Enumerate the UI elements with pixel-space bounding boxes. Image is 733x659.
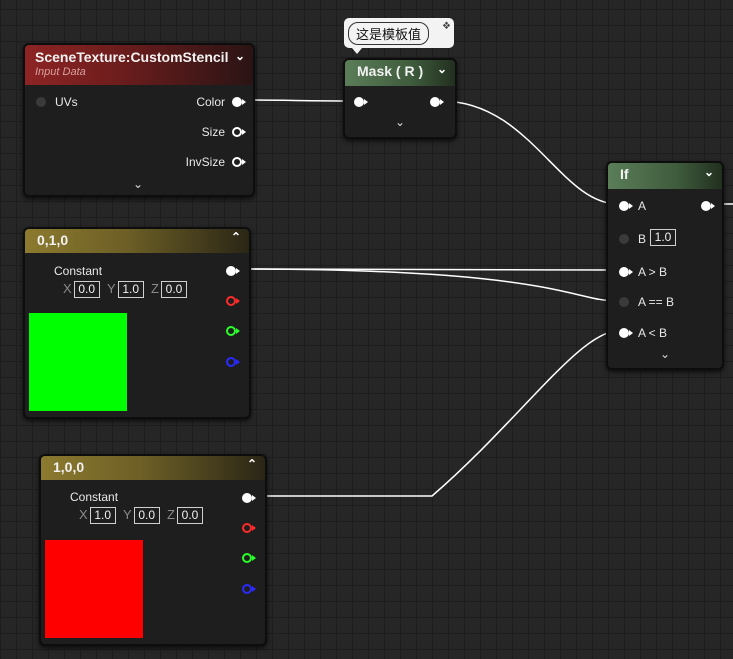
constant-red-b-pin[interactable] — [242, 584, 252, 594]
x-value-input[interactable]: 1.0 — [89, 507, 116, 524]
z-label: Z — [167, 507, 175, 522]
y-value-input[interactable]: 0.0 — [133, 507, 160, 524]
pin-arrow-icon — [242, 99, 246, 105]
pin-arrow-icon — [629, 330, 633, 336]
constant-red-node[interactable]: 1,0,0 ⌃ Constant X 1.0 Y 0.0 Z 0.0 — [39, 454, 267, 646]
if-title: If — [620, 166, 629, 182]
chevron-down-icon[interactable]: ⌄ — [133, 177, 143, 191]
chevron-down-icon[interactable]: ⌄ — [235, 49, 245, 63]
color-output-pin[interactable] — [232, 97, 242, 107]
comment-bubble[interactable]: 这是模板值 ❖ — [344, 18, 454, 54]
pin-arrow-icon — [711, 203, 715, 209]
pin-arrow-icon — [236, 268, 240, 274]
pin-arrow-icon — [242, 159, 246, 165]
constant-green-b-pin[interactable] — [226, 357, 236, 367]
wire-red-to-altb — [252, 330, 619, 497]
constant-green-output-pin[interactable] — [226, 266, 236, 276]
chevron-down-icon[interactable]: ⌄ — [660, 347, 670, 361]
size-output-label: Size — [201, 125, 225, 139]
scene-texture-subtitle: Input Data — [35, 66, 86, 78]
chevron-down-icon[interactable]: ⌄ — [395, 115, 405, 129]
constant-green-node[interactable]: 0,1,0 ⌃ Constant X 0.0 Y 1.0 Z 0.0 — [23, 227, 251, 419]
x-label: X — [63, 281, 72, 296]
pin-arrow-icon — [252, 525, 256, 531]
constant-red-header[interactable]: 1,0,0 ⌃ — [41, 456, 265, 480]
if-node[interactable]: If ⌄ A B 1.0 A > B A == B A < B ⌄ — [606, 161, 724, 370]
constant-red-g-pin[interactable] — [242, 553, 252, 563]
wire-color-to-mask — [239, 99, 356, 102]
comment-text: 这是模板值 — [348, 22, 430, 45]
constant-green-g-pin[interactable] — [226, 326, 236, 336]
constant-green-title: 0,1,0 — [37, 232, 69, 248]
uvs-label: UVs — [55, 95, 78, 109]
if-output-pin[interactable] — [701, 201, 711, 211]
invsize-output-label: InvSize — [185, 155, 225, 169]
constant-green-header[interactable]: 0,1,0 ⌃ — [25, 229, 249, 253]
if-pin-b[interactable] — [619, 234, 629, 244]
y-label: Y — [107, 281, 116, 296]
pin-arrow-icon — [242, 129, 246, 135]
x-value-input[interactable]: 0.0 — [73, 281, 100, 298]
pin-arrow-icon — [252, 495, 256, 501]
color-output-label: Color — [196, 95, 225, 109]
wire-mask-to-if-a — [440, 100, 619, 205]
pin-arrow-icon — [236, 328, 240, 334]
pin-arrow-icon — [252, 555, 256, 561]
wire-green-to-aeqb — [235, 268, 619, 302]
if-header[interactable]: If ⌄ — [608, 163, 722, 189]
constant-red-title: 1,0,0 — [53, 459, 85, 475]
z-value-input[interactable]: 0.0 — [176, 507, 203, 524]
scene-texture-title: SceneTexture:CustomStencil — [35, 49, 229, 65]
constant-red-output-pin[interactable] — [242, 493, 252, 503]
chevron-up-icon[interactable]: ⌃ — [231, 230, 241, 244]
size-output-pin[interactable] — [232, 127, 242, 137]
pin-arrow-icon — [364, 99, 368, 105]
color-swatch-red — [45, 540, 143, 638]
z-value-input[interactable]: 0.0 — [160, 281, 187, 298]
mask-header[interactable]: Mask ( R ) ⌄ — [345, 60, 455, 86]
if-label-aeqb: A == B — [638, 295, 675, 309]
if-label-altb: A < B — [638, 326, 668, 340]
constant-red-xyz: X 1.0 Y 0.0 Z 0.0 — [75, 507, 203, 524]
color-swatch-green — [29, 313, 127, 411]
chevron-down-icon[interactable]: ⌄ — [704, 165, 714, 179]
if-pin-aeqb[interactable] — [619, 297, 629, 307]
if-pin-a[interactable] — [619, 201, 629, 211]
mask-input-pin[interactable] — [354, 97, 364, 107]
uvs-input-pin[interactable] — [36, 97, 46, 107]
if-b-value-input[interactable]: 1.0 — [650, 229, 676, 246]
constant-green-r-pin[interactable] — [226, 296, 236, 306]
if-pin-agtb[interactable] — [619, 267, 629, 277]
constant-red-r-pin[interactable] — [242, 523, 252, 533]
if-label-a: A — [638, 199, 647, 213]
y-value-input[interactable]: 1.0 — [117, 281, 144, 298]
scene-texture-header[interactable]: SceneTexture:CustomStencil Input Data ⌄ — [25, 45, 253, 85]
constant-red-label: Constant — [70, 490, 119, 504]
scene-texture-node[interactable]: SceneTexture:CustomStencil Input Data ⌄ … — [23, 43, 255, 197]
constant-green-xyz: X 0.0 Y 1.0 Z 0.0 — [59, 281, 187, 298]
y-label: Y — [123, 507, 132, 522]
pin-arrow-icon — [440, 99, 444, 105]
pin-arrow-icon — [236, 298, 240, 304]
invsize-output-pin[interactable] — [232, 157, 242, 167]
pin-arrow-icon — [236, 359, 240, 365]
pin-arrow-icon — [629, 269, 633, 275]
if-label-b: B — [638, 232, 647, 246]
mask-title: Mask ( R ) — [357, 63, 424, 79]
x-label: X — [79, 507, 88, 522]
if-label-agtb: A > B — [638, 265, 668, 279]
pin-arrow-icon — [252, 586, 256, 592]
comment-tail — [352, 48, 362, 54]
chevron-down-icon[interactable]: ⌄ — [437, 62, 447, 76]
pin-icon[interactable]: ❖ — [442, 21, 451, 32]
z-label: Z — [151, 281, 159, 296]
pin-arrow-icon — [629, 203, 633, 209]
chevron-up-icon[interactable]: ⌃ — [247, 457, 257, 471]
if-b-value-wrap: 1.0 — [650, 229, 676, 246]
wire-green-to-agtb — [235, 268, 619, 271]
if-pin-altb[interactable] — [619, 328, 629, 338]
mask-output-pin[interactable] — [430, 97, 440, 107]
constant-green-label: Constant — [54, 264, 103, 278]
mask-node[interactable]: Mask ( R ) ⌄ ⌄ — [343, 58, 457, 139]
